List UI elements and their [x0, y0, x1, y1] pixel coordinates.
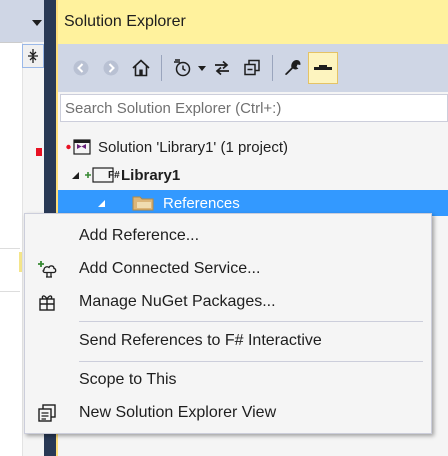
- error-marker: [36, 148, 42, 156]
- home-button[interactable]: [126, 52, 156, 84]
- menu-item-scope-to-this[interactable]: Scope to This: [25, 364, 431, 396]
- sync-button[interactable]: [207, 52, 237, 84]
- menu-item-label: Add Connected Service...: [79, 260, 261, 277]
- sync-icon: [215, 60, 229, 76]
- home-icon: [132, 59, 150, 77]
- menu-item-new-view[interactable]: New Solution Explorer View: [25, 397, 431, 429]
- menu-item-manage-nuget[interactable]: Manage NuGet Packages...: [25, 286, 431, 318]
- back-icon: [73, 60, 89, 76]
- expander-icon[interactable]: [72, 171, 79, 179]
- properties-icon: [285, 60, 301, 75]
- forward-icon: [103, 60, 119, 76]
- split-window-button[interactable]: [22, 44, 44, 68]
- menu-item-label: New Solution Explorer View: [79, 404, 277, 421]
- references-folder-icon: [132, 196, 154, 211]
- pending-changes-button[interactable]: [167, 52, 197, 84]
- new-view-icon: [25, 397, 69, 429]
- menu-separator: [79, 361, 423, 362]
- pending-changes-icon: [174, 59, 191, 77]
- tree-item-label: Solution 'Library1' (1 project): [98, 138, 288, 156]
- menu-item-label: Add Reference...: [79, 227, 200, 244]
- panel-title[interactable]: Solution Explorer: [58, 0, 448, 44]
- project-badge: F#: [108, 169, 120, 181]
- back-button[interactable]: [66, 52, 96, 84]
- preview-icon: [314, 65, 332, 70]
- menu-item-add-reference[interactable]: Add Reference...: [25, 220, 431, 252]
- expander-icon[interactable]: [98, 199, 105, 207]
- forward-button[interactable]: [96, 52, 126, 84]
- chevron-down-icon[interactable]: [32, 20, 42, 26]
- connected-service-icon: [25, 253, 69, 285]
- change-marker: [19, 252, 22, 272]
- pending-changes-dropdown[interactable]: [197, 52, 207, 84]
- properties-button[interactable]: [278, 52, 308, 84]
- explorer-toolbar: [58, 44, 448, 92]
- nuget-icon: [25, 286, 69, 318]
- menu-item-label: Send References to F# Interactive: [79, 332, 322, 349]
- tree-item-solution[interactable]: Solution 'Library1' (1 project): [58, 134, 448, 160]
- menu-separator: [79, 321, 423, 322]
- menu-item-add-connected-service[interactable]: Add Connected Service...: [25, 253, 431, 285]
- menu-item-label: Manage NuGet Packages...: [79, 293, 276, 310]
- menu-item-label: Scope to This: [79, 371, 177, 388]
- menu-item-send-references[interactable]: Send References to F# Interactive: [25, 325, 431, 357]
- chevron-down-icon: [198, 65, 206, 71]
- collapse-all-icon: [244, 59, 260, 76]
- search-input[interactable]: [60, 94, 448, 122]
- split-icon: [28, 49, 38, 63]
- tree-item-project[interactable]: F# Library1: [58, 162, 448, 188]
- tree-item-label: Library1: [121, 166, 181, 184]
- tree-item-label: References: [163, 194, 240, 212]
- vs-solution-icon: [66, 139, 91, 155]
- collapse-all-button[interactable]: [237, 52, 267, 84]
- context-menu: Add Reference... Add Connected Service..…: [24, 213, 432, 434]
- preview-selected-button[interactable]: [308, 52, 338, 84]
